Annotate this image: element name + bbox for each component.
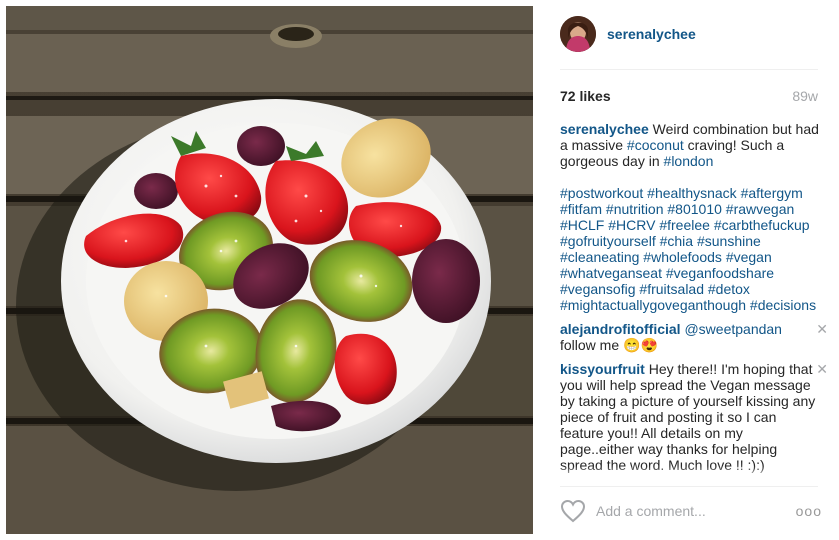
- hashtag-link[interactable]: #whatveganseat: [560, 265, 662, 281]
- hashtag-link[interactable]: #postworkout: [560, 185, 643, 201]
- hashtag-link[interactable]: #chia: [660, 233, 693, 249]
- hashtag-link[interactable]: #vegan: [726, 249, 772, 265]
- avatar[interactable]: [560, 16, 596, 52]
- post-header: serenalychee: [560, 14, 696, 54]
- ellipsis-icon[interactable]: ooo: [796, 503, 822, 519]
- author-username[interactable]: serenalychee: [607, 26, 696, 42]
- caption: serenalychee Weird combination but had a…: [560, 121, 822, 313]
- hashtag-link[interactable]: #HCRV: [608, 217, 655, 233]
- hashtag-link[interactable]: #healthysnack: [647, 185, 737, 201]
- comments-fade: [560, 466, 822, 480]
- hashtag-link[interactable]: #fruitsalad: [639, 281, 704, 297]
- comment-item: kissyourfruit Hey there!! I'm hoping tha…: [560, 361, 828, 473]
- hashtag-link[interactable]: #nutrition: [606, 201, 664, 217]
- hashtag-link[interactable]: #aftergym: [741, 185, 803, 201]
- post-photo[interactable]: [6, 6, 533, 534]
- comment-item: alejandrofitofficial @sweetpandan follow…: [560, 321, 828, 353]
- comment-text: Hey there!! I'm hoping that you will hel…: [560, 361, 816, 473]
- caption-hashtags: #postworkout #healthysnack #aftergym #fi…: [560, 185, 820, 313]
- hashtag-link[interactable]: #HCLF: [560, 217, 604, 233]
- comment-text: follow me 😁😍: [560, 337, 658, 353]
- comment-footer: ooo: [560, 496, 822, 526]
- hashtag-link[interactable]: #rawvegan: [726, 201, 795, 217]
- hashtag-link[interactable]: #cleaneating: [560, 249, 639, 265]
- post-stats: 72 likes 89w: [560, 86, 818, 106]
- caption-username[interactable]: serenalychee: [560, 121, 649, 137]
- close-icon[interactable]: ✕: [816, 321, 828, 337]
- hashtag-link[interactable]: #fitfam: [560, 201, 602, 217]
- hashtag-link[interactable]: #veganfoodshare: [666, 265, 774, 281]
- comment-list: serenalychee Weird combination but had a…: [560, 121, 828, 481]
- fruit-bowl-image: [6, 6, 533, 534]
- comment-username[interactable]: kissyourfruit: [560, 361, 645, 377]
- hashtag-link[interactable]: #freelee: [659, 217, 710, 233]
- hashtag-link[interactable]: #wholefoods: [643, 249, 722, 265]
- mention-link[interactable]: @sweetpandan: [684, 321, 782, 337]
- hashtag-link[interactable]: #801010: [667, 201, 722, 217]
- close-icon[interactable]: ✕: [816, 361, 828, 377]
- hashtag-link[interactable]: #coconut: [627, 137, 684, 153]
- hashtag-link[interactable]: #decisions: [750, 297, 816, 313]
- hashtag-link[interactable]: #sunshine: [697, 233, 761, 249]
- hashtag-link[interactable]: #london: [664, 153, 714, 169]
- hashtag-link[interactable]: #mightactuallygoveganthough: [560, 297, 746, 313]
- post-age[interactable]: 89w: [792, 88, 818, 104]
- hashtag-link[interactable]: #gofruityourself: [560, 233, 656, 249]
- hashtag-link[interactable]: #detox: [708, 281, 750, 297]
- hashtag-link[interactable]: #carbthefuckup: [714, 217, 810, 233]
- hashtag-link[interactable]: #vegansofig: [560, 281, 636, 297]
- heart-icon[interactable]: [560, 499, 586, 523]
- comment-input[interactable]: [596, 503, 776, 519]
- likes-count[interactable]: 72 likes: [560, 88, 611, 104]
- footer-divider: [560, 486, 818, 487]
- comment-username[interactable]: alejandrofitofficial: [560, 321, 681, 337]
- header-divider: [560, 69, 818, 70]
- post-details-panel: serenalychee 72 likes 89w serenalychee W…: [544, 0, 834, 540]
